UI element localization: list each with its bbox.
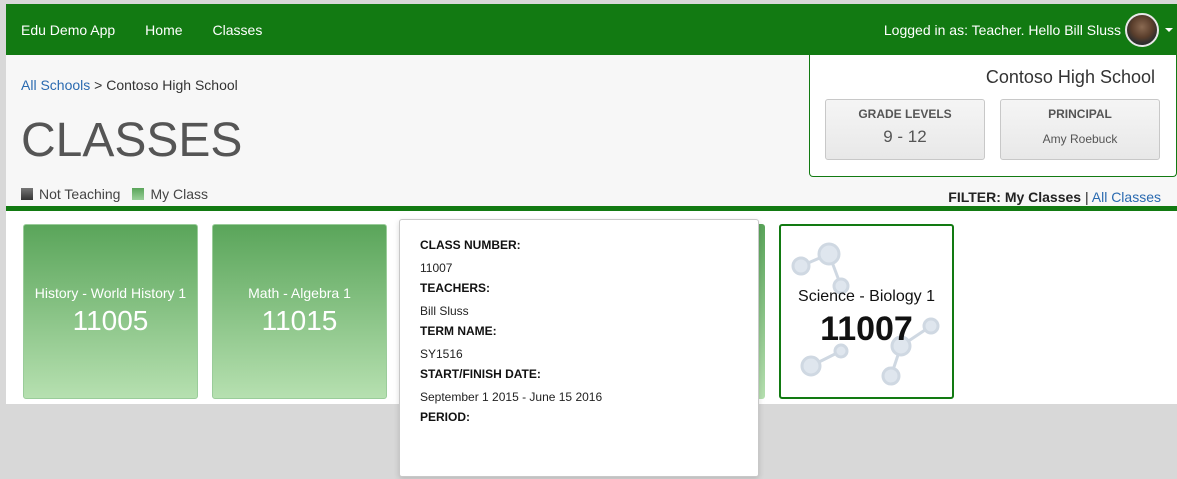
class-tile-number: 11015 bbox=[261, 305, 338, 336]
class-tile-subject: History - World History 1 bbox=[34, 285, 187, 301]
filter-all-classes-link[interactable]: All Classes bbox=[1092, 189, 1161, 205]
principal-box: PRINCIPAL Amy Roebuck bbox=[1000, 99, 1160, 160]
class-filter: FILTER: My Classes | All Classes bbox=[948, 189, 1161, 205]
school-info-card: Contoso High School GRADE LEVELS 9 - 12 … bbox=[809, 55, 1177, 177]
class-tile-number: 11005 bbox=[72, 305, 149, 336]
app-brand[interactable]: Edu Demo App bbox=[21, 22, 115, 38]
legend-label: Not Teaching bbox=[39, 186, 121, 202]
principal-label: PRINCIPAL bbox=[1048, 107, 1112, 121]
start-finish-date-value: September 1 2015 - June 15 2016 bbox=[420, 390, 603, 404]
nav-classes-link[interactable]: Classes bbox=[213, 22, 263, 38]
avatar[interactable] bbox=[1125, 12, 1159, 47]
class-number-value: 11007 bbox=[420, 261, 453, 275]
legend-label: My Class bbox=[150, 186, 209, 202]
page-title: CLASSES bbox=[21, 114, 243, 167]
class-tile-history[interactable]: History - World History 1 11005 bbox=[23, 224, 198, 399]
nav-home-link[interactable]: Home bbox=[145, 22, 182, 38]
legend-swatch-my-class bbox=[132, 188, 145, 200]
class-tile-biology[interactable]: Science - Biology 1 11007 bbox=[779, 224, 954, 399]
breadcrumb: All Schools > Contoso High School bbox=[21, 77, 238, 93]
chevron-down-icon[interactable] bbox=[1165, 27, 1173, 32]
start-finish-date-label: START/FINISH DATE: bbox=[420, 367, 541, 381]
term-name-value: SY1516 bbox=[420, 347, 463, 361]
teachers-value: Bill Sluss bbox=[420, 304, 469, 318]
filter-my-classes[interactable]: My Classes bbox=[1005, 189, 1081, 205]
class-details-popover: CLASS NUMBER: 11007 TEACHERS: Bill Sluss… bbox=[399, 219, 759, 477]
grade-levels-value: 9 - 12 bbox=[883, 127, 927, 146]
breadcrumb-all-schools-link[interactable]: All Schools bbox=[21, 77, 90, 93]
user-menu[interactable]: Logged in as: Teacher. Hello Bill Sluss bbox=[883, 12, 1177, 47]
school-name: Contoso High School bbox=[985, 67, 1155, 87]
top-nav-bar: Edu Demo App Home Classes Logged in as: … bbox=[6, 4, 1177, 55]
class-tile-math[interactable]: Math - Algebra 1 11015 bbox=[212, 224, 387, 399]
class-tile-subject: Math - Algebra 1 bbox=[248, 285, 351, 301]
legend-item-my-class: My Class bbox=[132, 186, 208, 202]
legend-item-not-teaching: Not Teaching bbox=[21, 186, 120, 202]
principal-value: Amy Roebuck bbox=[1042, 132, 1118, 146]
legend-swatch-not-teaching bbox=[21, 188, 33, 200]
grade-levels-box: GRADE LEVELS 9 - 12 bbox=[825, 99, 985, 160]
legend: Not Teaching My Class bbox=[21, 186, 220, 202]
term-name-label: TERM NAME: bbox=[420, 324, 497, 338]
user-greeting: Logged in as: Teacher. Hello Bill Sluss bbox=[883, 21, 1121, 38]
class-tile-number: 11007 bbox=[820, 310, 913, 348]
breadcrumb-current: Contoso High School bbox=[106, 77, 238, 93]
class-tile-subject: Science - Biology 1 bbox=[798, 288, 935, 305]
breadcrumb-separator: > bbox=[94, 77, 103, 93]
period-label: PERIOD: bbox=[420, 410, 471, 424]
grade-levels-label: GRADE LEVELS bbox=[858, 107, 952, 121]
teachers-label: TEACHERS: bbox=[420, 281, 491, 295]
filter-separator: | bbox=[1084, 189, 1089, 205]
class-number-label: CLASS NUMBER: bbox=[420, 238, 521, 252]
filter-label: FILTER: bbox=[948, 189, 1001, 205]
